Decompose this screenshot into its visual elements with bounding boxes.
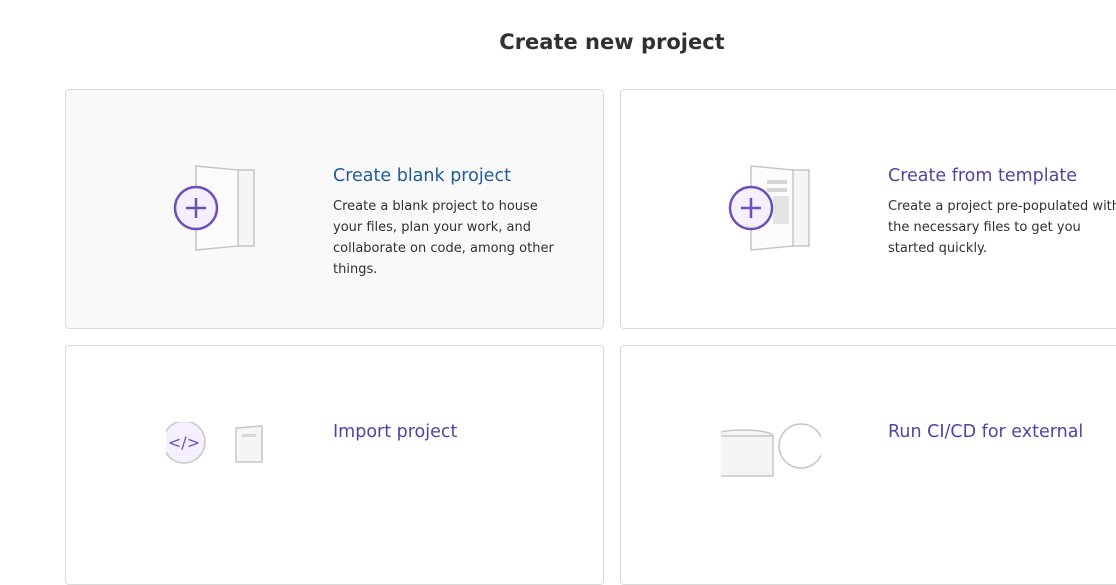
ci-cd-external-icon xyxy=(721,423,821,477)
card-title: Run CI/CD for external xyxy=(888,422,1084,442)
template-project-icon xyxy=(728,165,810,251)
card-title: Create from template xyxy=(888,166,1077,186)
run-ci-cd-external-card[interactable]: Run CI/CD for external xyxy=(620,345,1116,585)
import-project-card[interactable]: </> Import project xyxy=(65,345,604,585)
create-blank-project-card[interactable]: Create blank project Create a blank proj… xyxy=(65,89,604,329)
svg-text:</>: </> xyxy=(168,433,200,452)
import-project-icon: </> xyxy=(166,422,263,464)
page-title: Create new project xyxy=(499,30,725,54)
card-title: Create blank project xyxy=(333,166,511,186)
card-description: Create a blank project to house your fil… xyxy=(333,199,554,277)
blank-project-icon xyxy=(173,165,255,251)
card-description: Create a project pre-populated with the … xyxy=(888,199,1116,256)
create-from-template-card[interactable]: Create from template Create a project pr… xyxy=(620,89,1116,329)
card-title: Import project xyxy=(333,422,458,442)
